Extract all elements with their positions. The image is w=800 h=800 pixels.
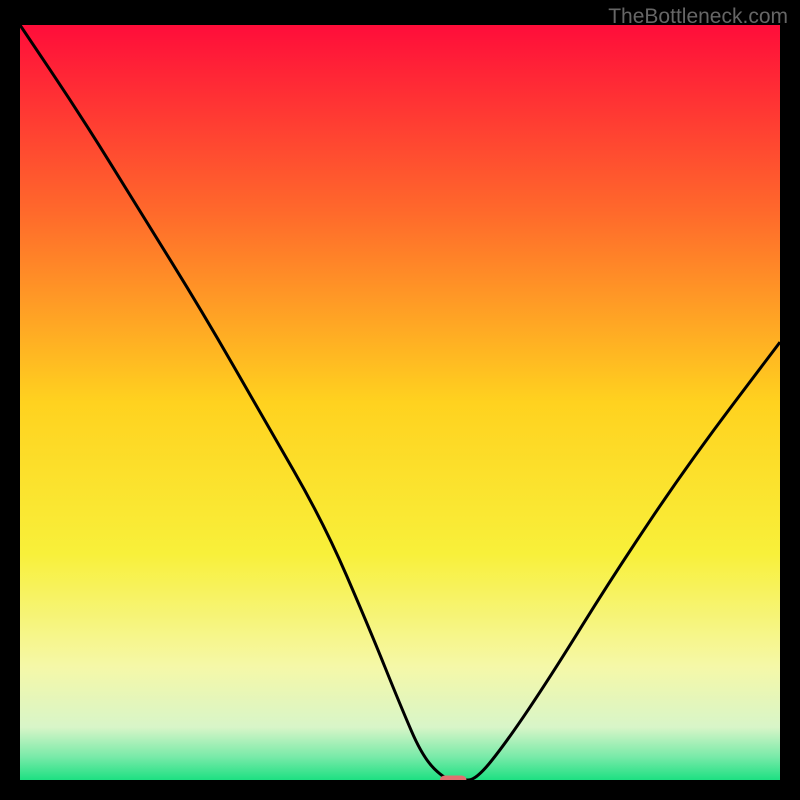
- chart-container: [20, 25, 780, 780]
- watermark-text: TheBottleneck.com: [608, 5, 788, 29]
- optimum-marker: [440, 775, 467, 780]
- bottleneck-chart: [20, 25, 780, 780]
- gradient-background: [20, 25, 780, 780]
